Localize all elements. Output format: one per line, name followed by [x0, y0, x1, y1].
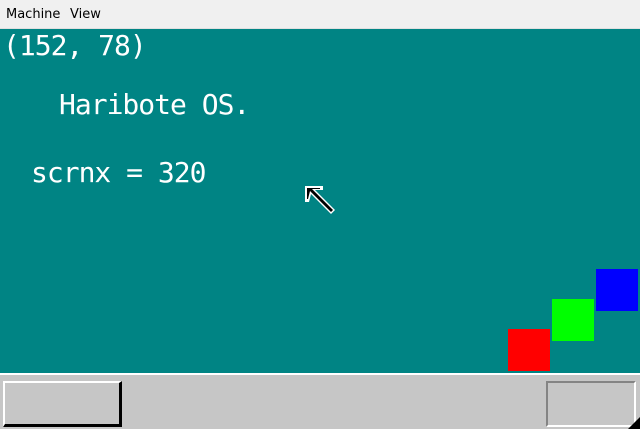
scrnx-readout: scrnx = 320 [31, 156, 206, 189]
os-title: Haribote OS. [59, 88, 250, 121]
mouse-pointer-icon [305, 186, 335, 214]
mouse-coordinates: (152, 78) [3, 29, 147, 62]
tray-area [546, 381, 636, 427]
red-box [508, 329, 550, 371]
taskbar [0, 373, 640, 429]
start-button[interactable] [3, 381, 122, 427]
menu-machine[interactable]: Machine [6, 7, 60, 23]
menu-view[interactable]: View [70, 7, 101, 23]
green-box [552, 299, 594, 341]
menu-bar: Machine View [0, 0, 640, 29]
resize-grip-icon[interactable] [628, 417, 640, 429]
blue-box [596, 269, 638, 311]
